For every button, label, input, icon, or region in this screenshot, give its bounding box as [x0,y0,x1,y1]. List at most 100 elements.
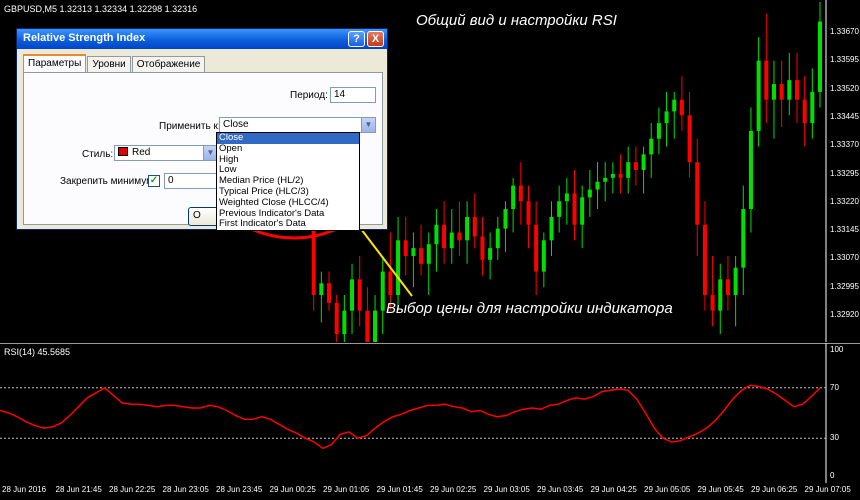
time-tick-label: 28 Jun 23:05 [162,485,209,494]
time-tick-label: 29 Jun 03:45 [537,485,584,494]
candle-body [626,162,631,178]
time-tick-label: 28 Jun 23:45 [216,485,263,494]
candle-body [526,201,531,225]
candle-body [787,80,792,100]
candle-body [718,279,723,311]
candle-body [365,310,370,342]
time-tick-label: 29 Jun 03:05 [483,485,530,494]
candle-body [818,21,822,92]
candle-body [656,123,661,139]
candle-body [319,283,324,296]
candle-body [373,310,378,342]
price-tick-label: 1.33370 [830,140,859,150]
candle-body [779,84,784,100]
style-color-value: Red [132,147,151,158]
period-input[interactable]: 14 [330,87,376,103]
fix-minimum-input[interactable]: 0 [164,173,218,189]
candle-body [572,193,577,225]
price-tick-label: 1.32920 [830,310,859,319]
dropdown-option[interactable]: Typical Price (HLC/3) [217,187,359,198]
rsi-tick-label: 100 [830,345,844,354]
candle-body [580,197,585,225]
price-callout: Выбор цены для настройки индикатора [386,300,673,317]
candle-body [465,216,470,241]
candle-body [710,295,715,311]
dialog-titlebar[interactable]: Relative Strength Index ? X [17,29,387,49]
candle-body [764,60,769,100]
time-tick-label: 29 Jun 00:25 [269,485,316,494]
tab-levels[interactable]: Уровни [87,56,131,72]
candle-body [725,279,730,296]
candle-body [595,181,600,190]
time-tick-label: 29 Jun 01:45 [376,485,423,494]
dropdown-option[interactable]: Open [217,144,359,155]
candle-body [518,185,523,202]
symbol-info-label: GBPUSD,M5 1.32313 1.32334 1.32298 1.3231… [4,4,198,14]
color-swatch [118,147,128,156]
candle-body [549,216,554,241]
apply-to-select[interactable]: Close ▼ [219,117,376,133]
candle-body [541,240,546,272]
dropdown-option[interactable]: Previous Indicator's Data [217,209,359,220]
tab-display[interactable]: Отображение [131,56,206,72]
time-tick-label: 29 Jun 06:25 [751,485,798,494]
time-tick-label: 28 Jun 21:45 [55,485,102,494]
candle-body [511,185,516,210]
chevron-down-icon[interactable]: ▼ [361,118,375,132]
candle-body [802,99,807,124]
candle-body [741,209,746,268]
candle-body [610,173,615,178]
candle-body [357,279,362,311]
rsi-indicator-window[interactable] [0,343,860,483]
candle-body [695,162,700,225]
candle-body [733,267,738,296]
candle-body [411,248,416,256]
candle-body [350,279,355,311]
candle-body [380,271,385,311]
chevron-down-icon[interactable]: ▼ [203,146,217,160]
candle-body [396,240,401,296]
dialog-tabs: Параметры Уровни Отображение [23,54,206,72]
apply-to-dropdown-list: Close Open High Low Median Price (HL/2) Typic… [216,132,360,231]
candle-body [449,232,454,249]
candle-body [564,193,569,202]
candle-body [756,60,761,131]
candle-body [334,302,339,335]
candle-body [426,244,431,264]
candle-body [687,115,692,163]
dropdown-option[interactable]: Weighted Close (HLCC/4) [217,198,359,209]
candle-body [457,232,462,241]
candle-body [419,248,424,264]
apply-to-value: Close [223,119,249,130]
title-callout: Общий вид и настройки RSI [416,12,617,29]
time-tick-label: 29 Jun 05:45 [697,485,744,494]
candle-body [664,111,669,124]
candle-body [771,84,776,100]
apply-to-label: Применить к: [159,121,221,132]
time-axis: 28 Jun 2016 28 Jun 21:45 28 Jun 22:25 28 Ju… [0,483,860,500]
candle-body [672,99,677,112]
time-tick-label: 28 Jun 22:25 [109,485,156,494]
dropdown-option[interactable]: First Indicator's Data [217,219,359,230]
dropdown-option[interactable]: Low [217,165,359,176]
candle-body [403,240,408,256]
fix-minimum-label: Закрепить минимум [60,176,153,187]
candle-body [342,310,347,335]
period-label: Период: [290,90,328,101]
style-color-select[interactable]: Red ▼ [114,145,218,161]
close-button[interactable]: X [367,31,384,47]
candle-body [794,80,799,100]
fix-minimum-checkbox[interactable]: ✓ [148,175,160,187]
dropdown-option[interactable]: Close [217,133,359,144]
candle-body [618,173,623,178]
time-tick-label: 28 Jun 2016 [2,485,47,494]
dropdown-option[interactable]: High [217,155,359,166]
dropdown-option[interactable]: Median Price (HL/2) [217,176,359,187]
tab-parameters[interactable]: Параметры [23,54,87,72]
time-tick-label: 29 Jun 04:25 [590,485,637,494]
help-button[interactable]: ? [348,31,365,47]
candle-body [534,224,539,272]
candle-body [327,283,332,303]
price-axis: 1.33670 1.33595 1.33520 1.33445 1.33370 1.332… [828,0,860,342]
candle-body [702,224,707,296]
